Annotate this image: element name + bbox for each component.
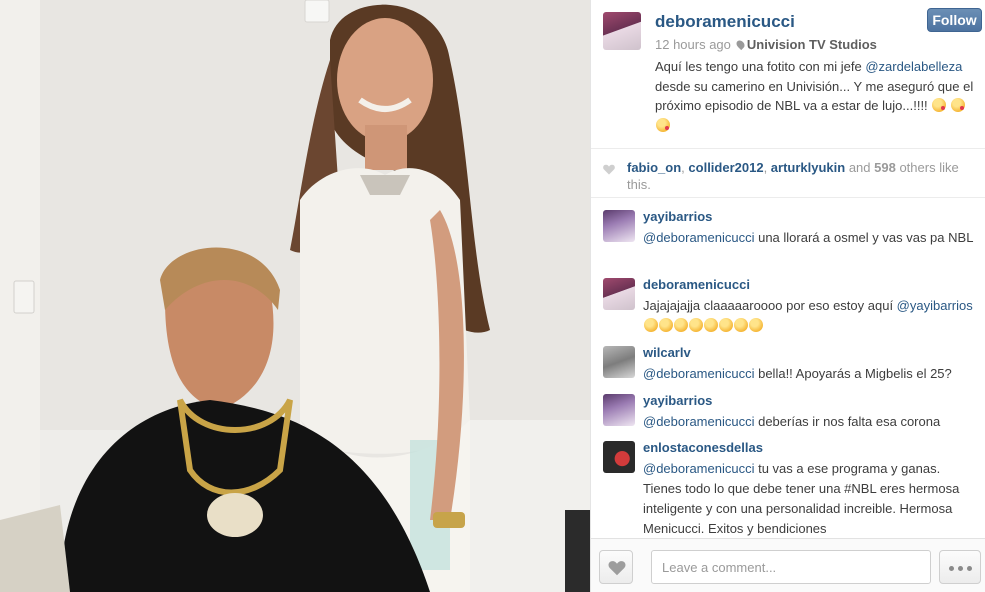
caption-text-end: desde su camerino en Univisión... Y me a… (655, 78, 974, 114)
grin-emoji-icon (644, 318, 658, 332)
commenter-avatar[interactable] (603, 210, 635, 242)
ellipsis-icon (967, 566, 972, 571)
heart-icon (603, 164, 615, 175)
kiss-emoji-icon (656, 117, 670, 132)
comment-mention[interactable]: @yayibarrios (897, 298, 973, 313)
like-button[interactable] (599, 550, 633, 584)
commenter-avatar[interactable] (603, 394, 635, 426)
author-username[interactable]: deboramenicucci (655, 12, 795, 32)
commenter-avatar[interactable] (603, 441, 635, 473)
girl-emoji-icon (719, 318, 733, 332)
caption-mention[interactable]: @zardelabelleza (865, 59, 962, 74)
commenter-username[interactable]: yayibarrios (643, 393, 712, 408)
liker-link[interactable]: fabio_on (627, 160, 681, 175)
likes-bar: fabio_on, collider2012, arturklyukin and… (591, 148, 985, 198)
comment-body: bella!! Apoyarás a Migbelis el 25? (754, 366, 952, 381)
commenter-username[interactable]: enlostaconesdellas (643, 440, 763, 455)
laugh-emoji-icon (704, 318, 718, 332)
ellipsis-icon (958, 566, 963, 571)
caption-text-start: Aquí les tengo una fotito con mi jefe (655, 59, 866, 74)
more-options-button[interactable] (939, 550, 981, 584)
kiss-emoji-icon (950, 98, 965, 112)
comment-item: wilcarlv @deboramenicucci bella!! Apoyar… (591, 334, 985, 384)
kiss-emoji-icon (932, 98, 947, 112)
ellipsis-icon (949, 566, 954, 571)
comment-text: @deboramenicucci tu vas a ese programa y… (643, 459, 978, 538)
comment-item: deboramenicucci Jajajajajja claaaaaroooo… (591, 266, 985, 336)
comment-body: Jajajajajja claaaaaroooo por eso estoy a… (643, 298, 897, 313)
post-caption: Aquí les tengo una fotito con mi jefe @z… (655, 57, 977, 135)
pin-icon (734, 38, 747, 51)
comment-mention[interactable]: @deboramenicucci (643, 366, 754, 381)
comment-text: @deboramenicucci bella!! Apoyarás a Migb… (643, 364, 978, 384)
author-avatar[interactable] (603, 12, 641, 50)
likes-summary: fabio_on, collider2012, arturklyukin and… (627, 159, 977, 193)
comments-list[interactable]: yayibarrios @deboramenicucci una llorará… (591, 198, 985, 538)
girl-emoji-icon (734, 318, 748, 332)
grin-emoji-icon (674, 318, 688, 332)
post-photo[interactable] (0, 0, 590, 592)
comment-body: una llorará a osmel y vas vas pa NBL (754, 230, 974, 245)
commenter-username[interactable]: wilcarlv (643, 345, 691, 360)
girl-emoji-icon (749, 318, 763, 332)
post-time[interactable]: 12 hours ago (655, 37, 731, 52)
post-header: deboramenicucci Follow 12 hours ago Univi… (591, 0, 985, 148)
comment-item: yayibarrios @deboramenicucci una llorará… (591, 198, 985, 268)
commenter-avatar[interactable] (603, 278, 635, 310)
comment-footer (591, 538, 985, 592)
post-side-panel: deboramenicucci Follow 12 hours ago Univi… (590, 0, 985, 592)
post-meta: 12 hours ago Univision TV Studios (655, 37, 877, 52)
comment-mention[interactable]: @deboramenicucci (643, 461, 754, 476)
heart-icon (608, 561, 626, 576)
comment-body: deberías ir nos falta esa corona (754, 414, 941, 429)
photo-illustration (0, 0, 590, 592)
likes-separator: , (763, 160, 771, 175)
liker-link[interactable]: arturklyukin (771, 160, 845, 175)
comment-item: yayibarrios @deboramenicucci deberías ir… (591, 382, 985, 432)
comment-text: @deboramenicucci una llorará a osmel y v… (643, 228, 978, 248)
commenter-username[interactable]: deboramenicucci (643, 277, 750, 292)
grin-emoji-icon (659, 318, 673, 332)
comment-text: Jajajajajja claaaaaroooo por eso estoy a… (643, 296, 978, 336)
likes-and: and (845, 160, 875, 175)
commenter-username[interactable]: yayibarrios (643, 209, 712, 224)
follow-button[interactable]: Follow (927, 8, 982, 32)
comment-mention[interactable]: @deboramenicucci (643, 230, 754, 245)
comment-input[interactable] (651, 550, 931, 584)
likes-count[interactable]: 598 (874, 160, 896, 175)
commenter-avatar[interactable] (603, 346, 635, 378)
comment-item: enlostaconesdellas @deboramenicucci tu v… (591, 429, 985, 538)
post-location[interactable]: Univision TV Studios (747, 37, 877, 52)
comment-mention[interactable]: @deboramenicucci (643, 414, 754, 429)
liker-link[interactable]: collider2012 (688, 160, 763, 175)
laugh-emoji-icon (689, 318, 703, 332)
